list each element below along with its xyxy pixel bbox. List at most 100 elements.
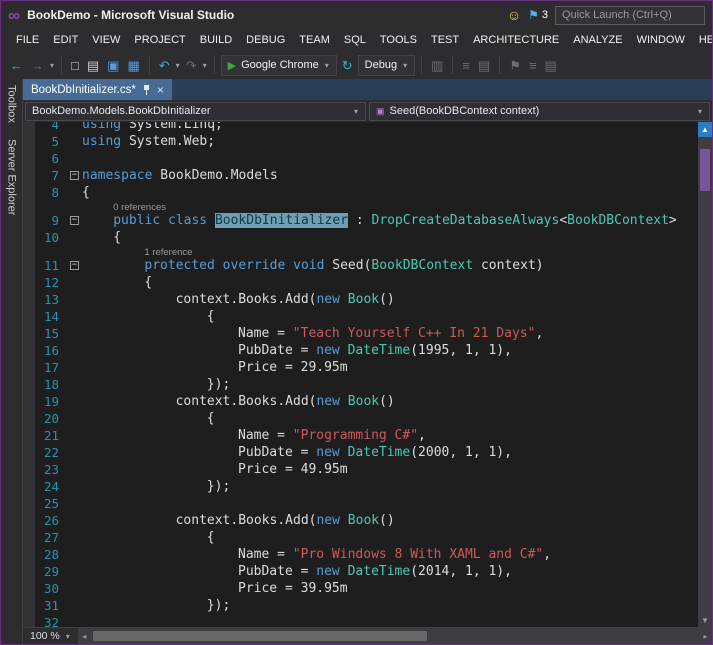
code-line[interactable]: 14 { (23, 308, 698, 325)
code-line[interactable]: 6 (23, 150, 698, 167)
code-text[interactable]: Name = "Programming C#", (82, 427, 698, 444)
undo-icon[interactable]: ↶ (156, 58, 173, 73)
code-area[interactable]: 4 using System.Linq; 5 using System.Web; 6 7−… (23, 122, 698, 627)
code-text[interactable]: }); (82, 478, 698, 495)
code-line[interactable]: 27 { (23, 529, 698, 546)
code-line[interactable]: 16 PubDate = new DateTime(1995, 1, 1), (23, 342, 698, 359)
scroll-right-button[interactable]: ▸ (699, 632, 712, 641)
type-dropdown[interactable]: BookDemo.Models.BookDbInitializer ▾ (25, 101, 366, 121)
code-lines[interactable]: 4 using System.Linq; 5 using System.Web; 6 7−… (23, 122, 698, 627)
code-line[interactable]: 25 (23, 495, 698, 512)
line-number[interactable]: 10 (23, 229, 67, 246)
save-icon[interactable]: ▣ (104, 58, 122, 73)
code-line[interactable]: 18}); (23, 376, 698, 393)
open-file-icon[interactable]: ▤ (84, 58, 102, 73)
menu-item-build[interactable]: BUILD (193, 31, 239, 49)
menu-item-test[interactable]: TEST (424, 31, 466, 49)
bookmark-icon[interactable]: ⚑ (506, 58, 524, 73)
menu-item-tools[interactable]: TOOLS (373, 31, 424, 49)
redo-dropdown-icon[interactable]: ▾ (202, 61, 208, 70)
code-text[interactable]: Name = "Teach Yourself C++ In 21 Days", (82, 325, 698, 342)
feedback-smiley-icon[interactable]: ☺ (507, 7, 521, 23)
codelens-references[interactable]: 1 reference (82, 247, 192, 257)
vertical-scrollbar-thumb[interactable] (700, 149, 710, 191)
line-number[interactable]: 17 (23, 359, 67, 376)
menu-item-analyze[interactable]: ANALYZE (566, 31, 629, 49)
code-text[interactable]: Price = 49.95m (82, 461, 698, 478)
line-number[interactable]: 30 (23, 580, 67, 597)
line-number[interactable]: 25 (23, 495, 67, 512)
scrollbar-up-button[interactable]: ▲ (698, 122, 712, 137)
code-text[interactable]: Name = "Pro Windows 8 With XAML and C#", (82, 546, 698, 563)
menu-item-edit[interactable]: EDIT (46, 31, 85, 49)
menu-item-project[interactable]: PROJECT (127, 31, 192, 49)
code-line[interactable]: 4 using System.Linq; (23, 122, 698, 133)
code-text[interactable]: }); (82, 376, 698, 393)
code-line[interactable]: 31}); (23, 597, 698, 614)
line-number[interactable]: 27 (23, 529, 67, 546)
line-number[interactable]: 14 (23, 308, 67, 325)
codelens-row[interactable]: 1 reference (23, 246, 698, 257)
code-line[interactable]: 32 (23, 614, 698, 627)
code-text[interactable]: }); (82, 597, 698, 614)
line-number[interactable]: 16 (23, 342, 67, 359)
codelens-row[interactable]: 0 references (23, 201, 698, 212)
line-number[interactable]: 22 (23, 444, 67, 461)
line-number[interactable]: 12 (23, 274, 67, 291)
start-debugging-button[interactable]: ▶ Google Chrome ▾ (220, 54, 337, 76)
menu-item-architecture[interactable]: ARCHITECTURE (466, 31, 566, 49)
line-number[interactable]: 19 (23, 393, 67, 410)
horizontal-scrollbar-thumb[interactable] (92, 631, 428, 641)
code-text[interactable]: Price = 39.95m (82, 580, 698, 597)
menu-item-debug[interactable]: DEBUG (239, 31, 292, 49)
code-line[interactable]: 23 Price = 49.95m (23, 461, 698, 478)
line-number[interactable]: 7 (23, 167, 67, 184)
line-number[interactable]: 5 (23, 133, 67, 150)
code-text[interactable] (82, 614, 698, 627)
code-line[interactable]: 10 { (23, 229, 698, 246)
attach-to-process-icon[interactable]: ▥ (428, 58, 446, 73)
sidebar-tab-toolbox[interactable]: Toolbox (6, 85, 18, 123)
code-line[interactable]: 21 Name = "Programming C#", (23, 427, 698, 444)
scroll-left-button[interactable]: ◂ (78, 632, 91, 641)
code-line[interactable]: 9− public class BookDbInitializer : DropC… (23, 212, 698, 229)
code-text[interactable]: protected override void Seed(BookDBConte… (82, 257, 698, 274)
close-tab-icon[interactable]: × (157, 84, 164, 96)
line-number[interactable]: 9 (23, 212, 67, 229)
code-text[interactable]: public class BookDbInitializer : DropCre… (82, 212, 698, 229)
line-number[interactable]: 4 (23, 122, 67, 133)
code-line[interactable]: 30 Price = 39.95m (23, 580, 698, 597)
horizontal-scrollbar-track[interactable] (91, 628, 699, 644)
code-text[interactable]: context.Books.Add(new Book() (82, 393, 698, 410)
code-text[interactable]: context.Books.Add(new Book() (82, 512, 698, 529)
navigate-back-icon[interactable]: ← (7, 58, 26, 73)
save-all-icon[interactable]: ▦ (124, 58, 142, 73)
line-number[interactable]: 8 (23, 184, 67, 201)
code-line[interactable]: 24}); (23, 478, 698, 495)
code-text[interactable]: { (82, 308, 698, 325)
line-number[interactable]: 31 (23, 597, 67, 614)
code-line[interactable]: 12 { (23, 274, 698, 291)
toolbar-extra-icon[interactable]: ≡ (526, 58, 540, 73)
menu-item-file[interactable]: FILE (9, 31, 46, 49)
solution-configuration-dropdown[interactable]: Debug ▾ (357, 54, 416, 76)
line-number[interactable]: 28 (23, 546, 67, 563)
toolbar-extra-icon[interactable]: ▤ (542, 58, 560, 73)
code-text[interactable]: { (82, 529, 698, 546)
line-number[interactable]: 6 (23, 150, 67, 167)
code-text[interactable]: { (82, 274, 698, 291)
line-number[interactable]: 15 (23, 325, 67, 342)
code-text[interactable] (82, 495, 698, 512)
code-text[interactable]: context.Books.Add(new Book() (82, 291, 698, 308)
sidebar-tab-server-explorer[interactable]: Server Explorer (6, 139, 18, 215)
code-text[interactable]: Price = 29.95m (82, 359, 698, 376)
code-text[interactable]: using System.Linq; (82, 122, 698, 133)
code-line[interactable]: 11− protected override void Seed(BookDBCo… (23, 257, 698, 274)
line-number[interactable]: 13 (23, 291, 67, 308)
line-number[interactable]: 20 (23, 410, 67, 427)
browser-link-refresh-icon[interactable]: ↻ (339, 58, 356, 73)
vertical-scrollbar-track[interactable] (698, 137, 712, 614)
quick-launch-input[interactable]: Quick Launch (Ctrl+Q) (555, 5, 705, 25)
member-dropdown[interactable]: ▣ Seed(BookDBContext context) ▾ (369, 101, 710, 121)
document-tab-bookdbinitializer[interactable]: BookDbInitializer.cs* × (23, 79, 172, 100)
